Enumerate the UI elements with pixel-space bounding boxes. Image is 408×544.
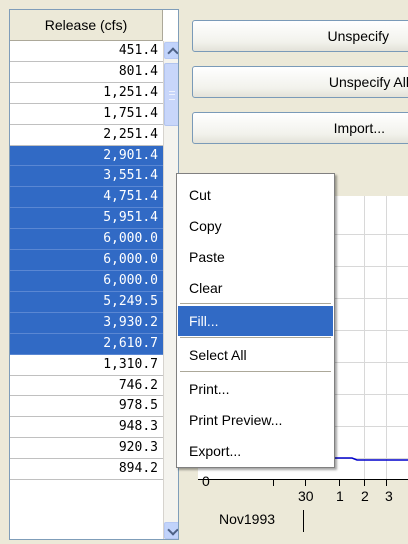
menu-item-clear[interactable]: Clear — [178, 273, 333, 303]
menu-separator — [180, 371, 331, 372]
table-row[interactable]: 1,251.4 — [10, 82, 163, 104]
import-button[interactable]: Import... — [192, 112, 408, 144]
date-separator — [303, 510, 304, 532]
unspecify-button[interactable]: Unspecify — [192, 20, 408, 52]
table-row[interactable]: 978.5 — [10, 396, 163, 418]
table-row[interactable]: 894.2 — [10, 459, 163, 481]
menu-item-select-all[interactable]: Select All — [178, 340, 333, 370]
table-row[interactable]: 3,551.4 — [10, 166, 163, 188]
table-row[interactable]: 3,930.2 — [10, 312, 163, 334]
table-row[interactable]: 801.4 — [10, 61, 163, 83]
context-menu: Cut Copy Paste Clear Fill... Select All … — [176, 173, 335, 468]
table-row[interactable]: 1,751.4 — [10, 103, 163, 125]
x-axis-ticks — [273, 479, 387, 486]
menu-item-print-preview[interactable]: Print Preview... — [178, 405, 333, 435]
table-row[interactable]: 5,951.4 — [10, 208, 163, 230]
date-label: Nov1993 — [219, 511, 276, 527]
menu-item-export[interactable]: Export... — [178, 436, 333, 466]
x-tick-label-30: 30 — [298, 488, 314, 504]
table-row[interactable]: 6,000.0 — [10, 270, 163, 292]
table-row[interactable]: 451.4 — [10, 41, 163, 62]
table-row[interactable]: 948.3 — [10, 417, 163, 439]
x-tick-label-1: 1 — [336, 488, 344, 504]
x-tick-label-2: 2 — [361, 488, 369, 504]
table-row[interactable]: 6,000.0 — [10, 250, 163, 271]
table-row[interactable]: 920.3 — [10, 438, 163, 460]
column-header-release[interactable]: Release (cfs) — [10, 10, 163, 41]
table-row[interactable]: 4,751.4 — [10, 187, 163, 209]
release-table[interactable]: Release (cfs) 451.4 801.4 1,251.4 1,751.4 2,… — [9, 9, 179, 540]
scroll-down-arrow-icon[interactable] — [164, 522, 178, 539]
table-row[interactable]: 2,901.4 — [10, 145, 163, 167]
unspecify-all-button[interactable]: Unspecify All — [192, 66, 408, 98]
y-tick-label-0: 0 — [202, 473, 210, 489]
menu-item-cut[interactable]: Cut — [178, 180, 333, 210]
table-row[interactable]: 2,610.7 — [10, 333, 163, 355]
table-row[interactable]: 5,249.5 — [10, 291, 163, 313]
table-row[interactable]: 2,251.4 — [10, 124, 163, 146]
menu-separator — [180, 337, 331, 338]
scroll-thumb[interactable] — [164, 63, 178, 126]
table-row[interactable]: 1,310.7 — [10, 354, 163, 376]
x-tick-label-3: 3 — [385, 488, 393, 504]
menu-item-print[interactable]: Print... — [178, 374, 333, 404]
scroll-up-arrow-icon[interactable] — [164, 42, 178, 59]
menu-item-fill[interactable]: Fill... — [178, 306, 333, 336]
table-rows: 451.4 801.4 1,251.4 1,751.4 2,251.4 2,901.4 3,… — [10, 41, 163, 481]
menu-item-copy[interactable]: Copy — [178, 211, 333, 241]
table-row[interactable]: 746.2 — [10, 375, 163, 397]
table-row[interactable]: 6,000.0 — [10, 229, 163, 251]
menu-item-paste[interactable]: Paste — [178, 242, 333, 272]
menu-separator — [180, 303, 331, 304]
